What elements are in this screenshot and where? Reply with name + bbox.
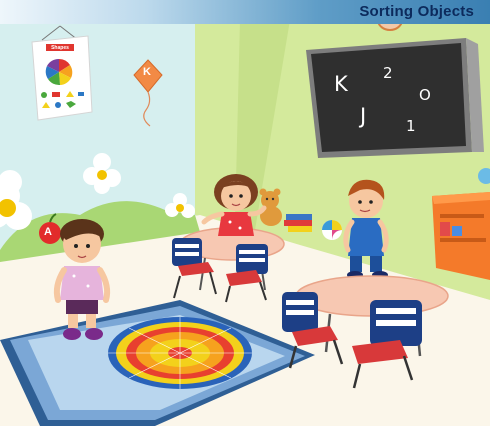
- beach-ball: [322, 220, 342, 240]
- page-title: Sorting Objects: [359, 3, 474, 20]
- apple-letter: A: [44, 226, 52, 238]
- chalkboard-letter: K: [334, 72, 348, 96]
- chalkboard: [306, 38, 484, 158]
- classroom-scene: Sorting Objects Shapes K A K 2 O J 1: [0, 0, 490, 426]
- title-bar: Sorting Objects: [0, 0, 490, 24]
- kite-letter: K: [143, 66, 151, 78]
- book-stack: [284, 214, 312, 232]
- scene-art: [0, 0, 490, 426]
- alphabet-mat: [108, 317, 252, 389]
- chalkboard-letter: O: [419, 86, 431, 104]
- chalkboard-letter: 2: [383, 64, 393, 82]
- chalkboard-letter: 1: [406, 117, 416, 135]
- poster-label: Shapes: [51, 45, 69, 51]
- chalkboard-letter: J: [360, 104, 367, 128]
